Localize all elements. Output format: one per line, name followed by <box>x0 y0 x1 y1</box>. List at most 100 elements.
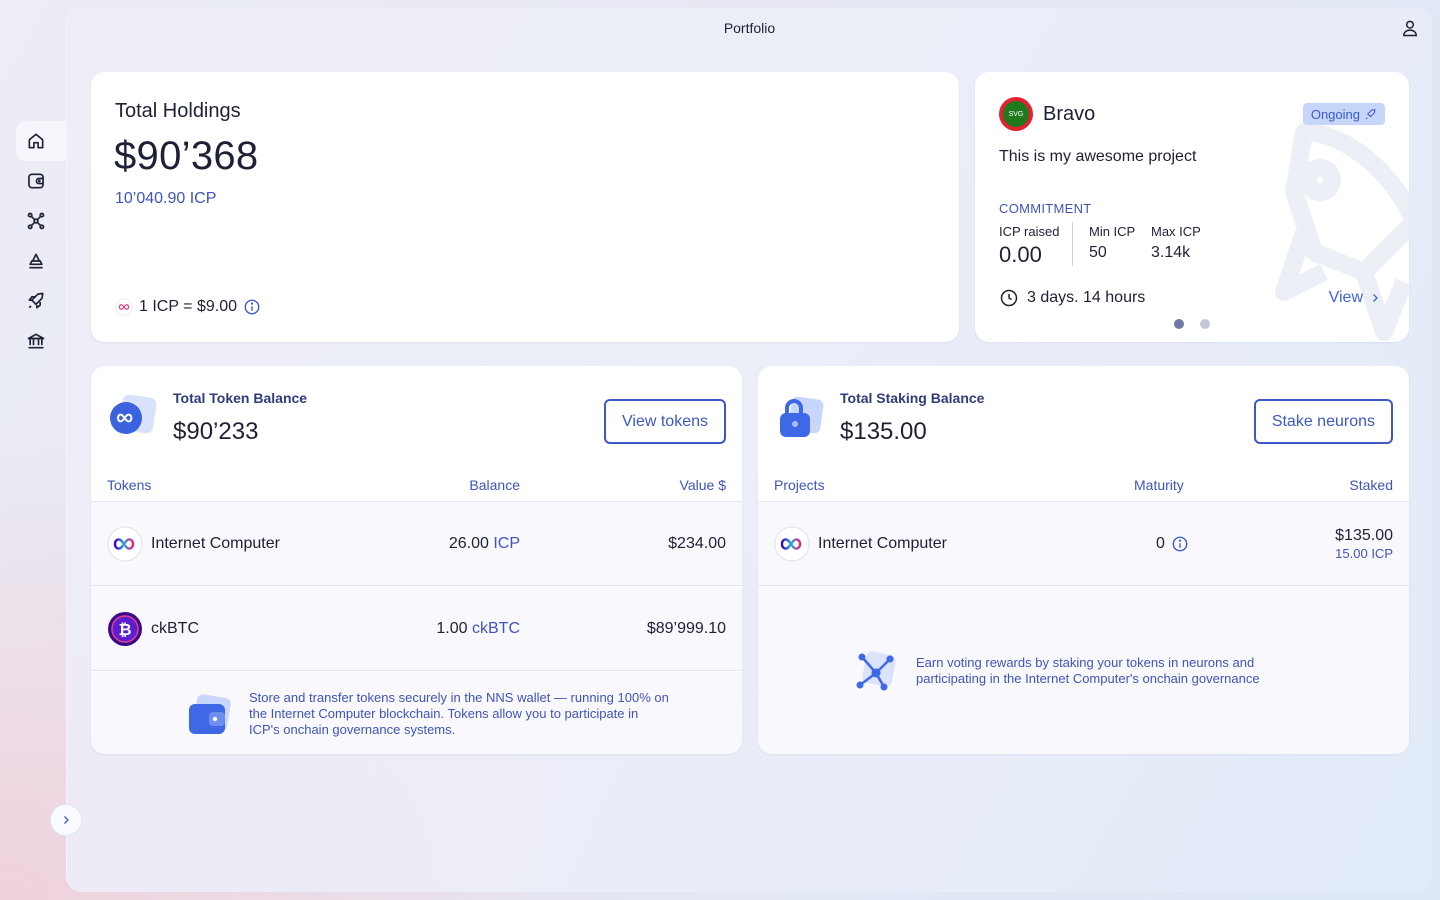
token-balance-unit: ICP <box>493 535 520 552</box>
token-balance: 1.00 ckBTC <box>436 620 520 638</box>
token-balance-amount: 26.00 <box>448 535 489 552</box>
svg-text:₿: ₿ <box>118 620 131 639</box>
max-icp-label: Max ICP <box>1151 224 1201 239</box>
internet-computer-icon <box>107 526 143 562</box>
icp-token-icon <box>110 394 157 434</box>
token-value: $234.00 <box>668 535 726 552</box>
icp-logo-icon <box>115 298 133 316</box>
wallet-illustration-icon <box>189 694 231 734</box>
ckbtc-icon: ₿ <box>108 612 142 646</box>
col-value: Value $ <box>679 477 726 493</box>
staking-balance-value: $135.00 <box>840 418 927 445</box>
max-icp-stat: Max ICP 3.14k <box>1151 224 1201 262</box>
staking-info-text: Earn voting rewards by staking your toke… <box>916 655 1260 686</box>
launchpad-icon <box>28 292 44 309</box>
chevron-right-icon <box>64 816 69 824</box>
col-tokens: Tokens <box>107 477 152 493</box>
staking-info-area: Earn voting rewards by staking your toke… <box>758 587 1409 754</box>
neurons-illustration-icon <box>856 651 896 691</box>
staked-cell: $135.00 15.00 ICP <box>1335 527 1393 561</box>
total-holdings-card: Total Holdings $90’368 10’040.90 ICP 1 I… <box>91 72 959 342</box>
col-maturity: Maturity <box>1134 477 1184 493</box>
table-row[interactable]: Internet Computer 26.00 ICP $234.00 <box>91 502 742 586</box>
info-icon[interactable] <box>1171 535 1189 553</box>
status-badge-label: Ongoing <box>1310 106 1360 122</box>
project-name: Internet Computer <box>818 535 947 552</box>
view-tokens-button[interactable]: View tokens <box>604 399 726 444</box>
canisters-icon <box>27 333 45 349</box>
token-balance-value: $90’233 <box>173 418 259 445</box>
internet-computer-icon <box>774 526 810 562</box>
token-balance-unit: ckBTC <box>472 620 520 637</box>
carousel-dots <box>975 319 1409 329</box>
countdown-text: 3 days. 14 hours <box>1027 289 1146 306</box>
stat-divider <box>1072 222 1073 266</box>
min-icp-label: Min ICP <box>1089 224 1136 239</box>
rocket-icon <box>1365 108 1376 119</box>
token-name: ckBTC <box>151 620 199 637</box>
staked-usd: $135.00 <box>1335 527 1393 544</box>
nav-tokens[interactable] <box>16 161 66 201</box>
staking-balance-label: Total Staking Balance <box>840 390 985 406</box>
maturity-cell: 0 <box>1156 535 1189 553</box>
nav-home[interactable] <box>16 121 66 161</box>
countdown: 3 days. 14 hours <box>999 288 1145 308</box>
project-card[interactable]: SVG Bravo Ongoing This is my awesome pro… <box>975 72 1409 342</box>
project-logo-text: SVG <box>1003 101 1029 127</box>
rocket-watermark-icon <box>1275 123 1409 341</box>
carousel-dot-2[interactable] <box>1200 319 1210 329</box>
col-balance: Balance <box>469 477 520 493</box>
nav-neurons[interactable] <box>16 201 66 241</box>
holdings-amount: $90’368 <box>114 134 259 178</box>
holdings-icp-amount: 10’040.90 ICP <box>115 190 217 207</box>
min-icp-value: 50 <box>1089 244 1107 261</box>
icp-rate: 1 ICP = $9.00 <box>115 298 261 316</box>
icp-raised-stat: ICP raised 0.00 <box>999 224 1059 268</box>
project-logo: SVG <box>999 97 1033 131</box>
token-balance-amount: 1.00 <box>436 620 468 637</box>
tokens-info-text: Store and transfer tokens securely in th… <box>249 690 669 737</box>
page-title: Portfolio <box>723 20 776 36</box>
status-badge: Ongoing <box>1302 103 1385 125</box>
carousel-dot-1[interactable] <box>1174 319 1184 329</box>
table-row[interactable]: ₿ ckBTC 1.00 ckBTC $89’999.10 <box>91 587 742 671</box>
nav-rail <box>0 0 68 900</box>
nav-launchpad[interactable] <box>16 281 66 321</box>
min-icp-stat: Min ICP 50 <box>1089 224 1135 262</box>
maturity-value: 0 <box>1156 535 1165 552</box>
col-projects: Projects <box>774 477 825 493</box>
tokens-info-area: Store and transfer tokens securely in th… <box>91 672 742 754</box>
stake-neurons-button[interactable]: Stake neurons <box>1253 399 1393 444</box>
max-icp-value: 3.14k <box>1151 244 1191 261</box>
token-name: Internet Computer <box>151 535 280 552</box>
staking-balance-card: Total Staking Balance $135.00 Stake neur… <box>758 366 1409 754</box>
user-icon[interactable] <box>1400 18 1420 38</box>
holdings-title: Total Holdings <box>115 100 241 122</box>
expand-sidebar-button[interactable] <box>50 804 82 836</box>
table-row[interactable]: Internet Computer 0 $135.00 15.00 ICP <box>758 502 1409 586</box>
icp-raised-label: ICP raised <box>999 224 1060 239</box>
clock-icon <box>1000 289 1018 307</box>
nav-voting[interactable] <box>16 241 66 281</box>
icp-raised-value: 0.00 <box>999 242 1042 267</box>
chevron-right-icon <box>1373 294 1378 302</box>
token-value: $89’999.10 <box>646 620 726 637</box>
token-balance: 26.00 ICP <box>449 535 520 553</box>
col-staked: Staked <box>1349 477 1393 493</box>
token-balance-card: Total Token Balance $90’233 View tokens … <box>91 366 742 754</box>
token-balance-label: Total Token Balance <box>173 390 308 406</box>
lock-icon <box>780 396 824 437</box>
wallet-icon <box>28 173 44 189</box>
neurons-icon <box>27 212 45 230</box>
home-icon <box>28 133 44 149</box>
info-icon[interactable] <box>243 298 261 316</box>
view-link-label: View <box>1328 289 1363 306</box>
voting-icon <box>29 253 43 269</box>
project-description: This is my awesome project <box>999 148 1197 165</box>
main-panel: Portfolio Total Holdings $90’368 10’040.… <box>66 8 1432 892</box>
nav-canisters[interactable] <box>16 321 66 361</box>
icp-rate-text: 1 ICP = $9.00 <box>139 298 237 315</box>
staked-icp: 15.00 ICP <box>1335 546 1393 561</box>
project-name: Bravo <box>1043 103 1096 125</box>
view-project-link[interactable]: View <box>1329 289 1381 307</box>
